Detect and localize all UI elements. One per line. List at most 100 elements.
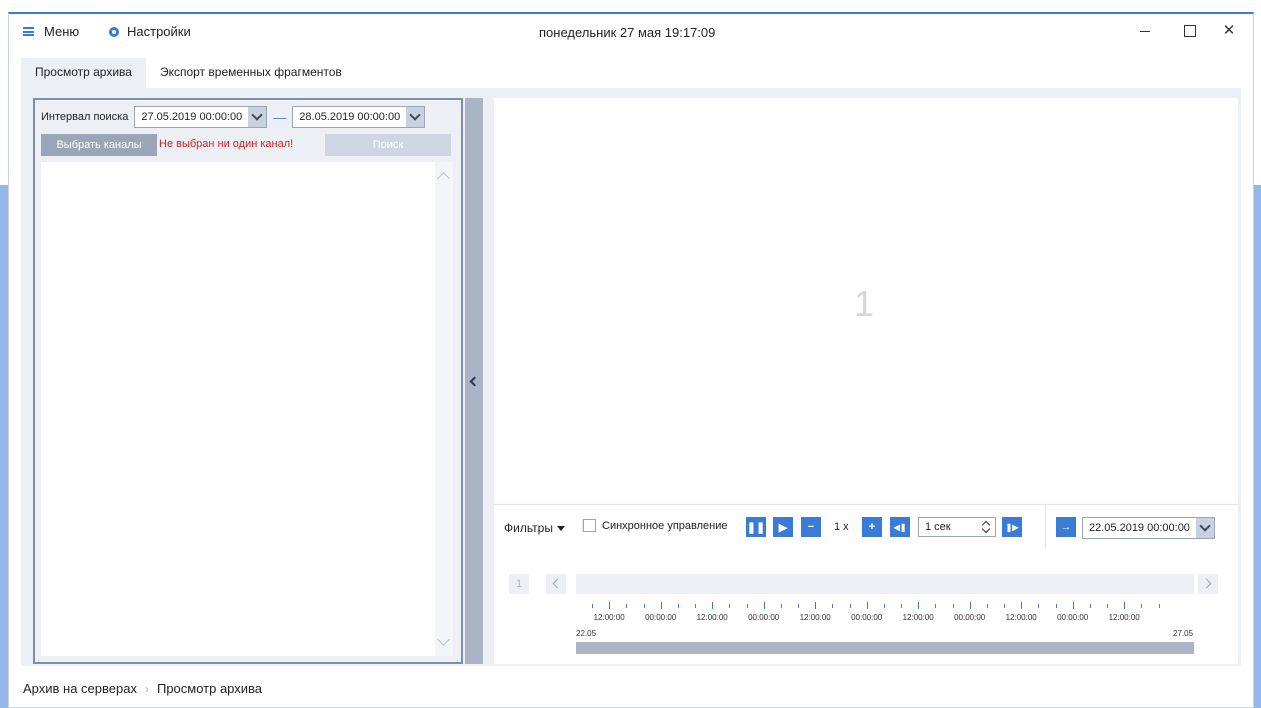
timeline-major-tick: [763, 602, 765, 609]
gear-icon: [109, 26, 119, 37]
no-channel-warning: Не выбран ни один канал!: [159, 138, 294, 150]
step-interval-value: 1 сек: [925, 521, 951, 533]
timeline-minor-tick: [832, 604, 834, 608]
filters-dropdown[interactable]: Фильтры: [504, 521, 565, 535]
video-viewer: 1 Фильтры Синхронное управление ❚❚ ▶ − 1…: [494, 98, 1238, 664]
step-interval-spinner[interactable]: 1 сек: [918, 517, 996, 537]
step-back-button[interactable]: ◀❚: [890, 517, 910, 537]
pause-icon: ❚❚: [746, 521, 766, 534]
goto-date-value: 22.05.2019 00:00:00: [1089, 522, 1190, 534]
timeline-tick-label: 12:00:00: [799, 613, 831, 622]
timeline-minor-tick: [1004, 604, 1005, 608]
tab-content: Интервал поиска 27.05.2019 00:00:00 — 28…: [21, 88, 1241, 666]
breadcrumb-separator: ›: [144, 681, 149, 696]
goto-button[interactable]: →: [1056, 517, 1076, 537]
scrollbar[interactable]: [435, 162, 453, 656]
speed-value: 1 x: [834, 521, 849, 533]
maximize-button[interactable]: [1167, 20, 1211, 42]
timeline-major-tick: [918, 602, 920, 609]
timeline-tick-label: 00:00:00: [954, 613, 986, 622]
menu-button[interactable]: Меню: [23, 24, 79, 39]
step-forward-icon: ❚▶: [1005, 522, 1019, 532]
timeline-tick-label: 12:00:00: [902, 613, 934, 622]
timeline-minor-tick: [798, 604, 799, 608]
interval-label: Интервал поиска: [41, 111, 129, 123]
goto-date-picker[interactable]: 22.05.2019 00:00:00: [1082, 517, 1215, 539]
play-button[interactable]: ▶: [773, 517, 793, 537]
timeline-major-tick: [609, 602, 611, 609]
timeline-major-tick: [969, 602, 971, 609]
playback-controls: Фильтры Синхронное управление ❚❚ ▶ − 1 x: [494, 504, 1238, 549]
timeline-tick-label: 00:00:00: [851, 613, 883, 622]
timeline-minor-tick: [883, 604, 885, 608]
date-from-picker[interactable]: 27.05.2019 00:00:00: [134, 106, 268, 128]
tab-archive-view[interactable]: Просмотр архива: [21, 58, 146, 88]
timeline-tick-label: 12:00:00: [696, 613, 728, 622]
settings-label: Настройки: [127, 24, 191, 39]
chevron-left-icon[interactable]: [469, 376, 480, 387]
speed-down-button[interactable]: −: [801, 517, 821, 537]
timeline-minor-tick: [1055, 604, 1057, 608]
channel-list[interactable]: [41, 162, 453, 656]
date-from-value: 27.05.2019 00:00:00: [141, 111, 243, 123]
sync-control[interactable]: Синхронное управление: [582, 519, 728, 532]
timeline-major-tick: [866, 602, 868, 609]
timeline-tick-label: 00:00:00: [645, 613, 677, 622]
tab-export-fragments[interactable]: Экспорт временных фрагментов: [146, 58, 356, 88]
timeline-minor-tick: [986, 604, 988, 608]
tab-bar: Просмотр архива Экспорт временных фрагме…: [21, 58, 356, 88]
timeline-tick-label: 00:00:00: [748, 613, 780, 622]
panel-splitter[interactable]: [465, 98, 483, 664]
timeline-minor-tick: [677, 604, 679, 608]
chevron-down-icon[interactable]: [1195, 518, 1214, 538]
date-to-picker[interactable]: 28.05.2019 00:00:00: [292, 106, 426, 128]
menu-label: Меню: [44, 24, 80, 39]
timeline-tick-label: 12:00:00: [1005, 613, 1037, 622]
arrow-right-icon: →: [1060, 521, 1072, 533]
select-channels-button[interactable]: Выбрать каналы: [41, 134, 157, 156]
chevron-down-icon[interactable]: [406, 107, 425, 127]
search-panel: Интервал поиска 27.05.2019 00:00:00 — 28…: [33, 98, 463, 664]
timeline-range-bar[interactable]: [576, 642, 1194, 654]
timeline-major-tick: [1072, 602, 1074, 609]
plus-icon: +: [868, 521, 876, 533]
timeline-major-tick: [660, 602, 662, 609]
spinner-icon[interactable]: [981, 520, 991, 534]
speed-up-button[interactable]: +: [862, 517, 882, 537]
sync-checkbox[interactable]: [583, 519, 596, 532]
minimize-button[interactable]: [1123, 20, 1167, 42]
timeline-minor-tick: [626, 604, 628, 608]
timeline-minor-tick: [780, 604, 782, 608]
timeline-minor-tick: [695, 604, 696, 608]
step-forward-button[interactable]: ❚▶: [1002, 517, 1022, 537]
timeline-tick-label: 00:00:00: [1057, 613, 1089, 622]
timeline-minor-tick: [935, 604, 937, 608]
timeline-minor-tick: [1089, 604, 1091, 608]
hamburger-icon: [23, 27, 34, 36]
timeline-major-tick: [1124, 602, 1126, 609]
scroll-up-icon[interactable]: [437, 172, 450, 185]
timeline-minor-tick: [592, 604, 593, 608]
search-interval: Интервал поиска 27.05.2019 00:00:00 — 28…: [41, 106, 426, 128]
timeline-minor-tick: [952, 604, 954, 608]
close-button[interactable]: ✕: [1207, 20, 1251, 42]
interval-dash: —: [273, 109, 287, 125]
timeline-end-date: 27.05: [1173, 629, 1194, 638]
breadcrumb-item[interactable]: Архив на серверах: [23, 681, 137, 696]
timeline-minor-tick: [643, 604, 645, 608]
divider: [1045, 505, 1046, 549]
search-button[interactable]: Поиск: [325, 134, 451, 156]
chevron-down-icon[interactable]: [248, 107, 267, 127]
pause-button[interactable]: ❚❚: [746, 517, 766, 537]
settings-button[interactable]: Настройки: [109, 24, 191, 39]
filters-label: Фильтры: [504, 521, 553, 535]
timeline-minor-tick: [746, 604, 748, 608]
title-bar: Меню Настройки понедельник 27 мая 19:17:…: [9, 14, 1253, 50]
window-edge-right: [1253, 185, 1261, 708]
timeline-minor-tick: [1038, 604, 1040, 608]
timeline-tick-label: 12:00:00: [1108, 613, 1140, 622]
timeline-major-tick: [712, 602, 714, 609]
timeline-minor-tick: [1158, 604, 1160, 608]
timeline-major-tick: [1021, 602, 1023, 609]
scroll-down-icon[interactable]: [437, 633, 450, 646]
